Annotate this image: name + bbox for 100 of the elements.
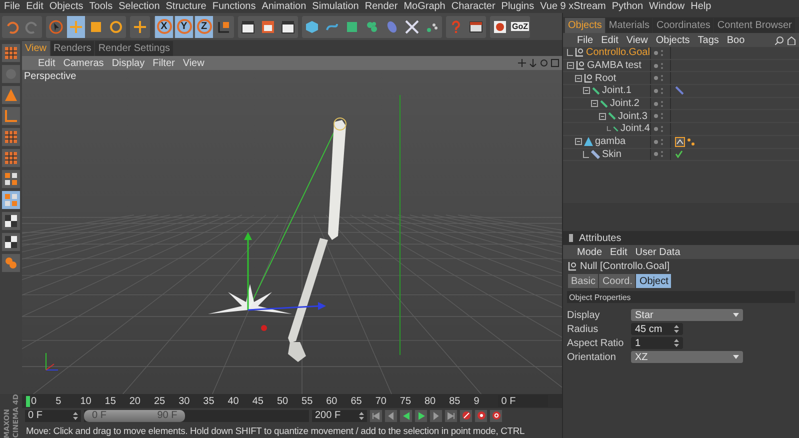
menu-item[interactable]: Character	[448, 0, 498, 13]
menu-item[interactable]: Selection	[116, 0, 163, 13]
frame-tick: 70	[375, 396, 388, 406]
attribute-tab[interactable]: Basic	[568, 274, 598, 288]
dropdown[interactable]: XZ	[631, 351, 743, 363]
menu-item[interactable]: Edit	[23, 0, 46, 13]
menu-item[interactable]: Animation	[258, 0, 310, 13]
object-name[interactable]: Root	[595, 72, 616, 84]
menu-item[interactable]: View	[178, 58, 208, 68]
end-frame-field[interactable]: 200 F	[312, 410, 367, 422]
menu-item[interactable]: Edit	[597, 34, 622, 46]
playback-button[interactable]	[385, 410, 397, 422]
menu-item[interactable]: Display	[108, 58, 149, 68]
visibility-dots-icon	[654, 124, 664, 133]
frame-tick: 25	[154, 396, 166, 406]
menu-item[interactable]: Objects	[652, 34, 694, 46]
object-name[interactable]: gamba	[595, 136, 626, 148]
record-button[interactable]	[460, 410, 472, 422]
number-field[interactable]: 45 cm	[631, 323, 683, 335]
object-name[interactable]: Joint.3	[618, 110, 648, 122]
frame-tick: 35	[203, 396, 216, 406]
menu-item[interactable]: Tools	[86, 0, 116, 13]
object-name[interactable]: Joint.1	[602, 85, 632, 96]
record-button[interactable]	[490, 410, 502, 422]
visibility-dots-icon	[654, 138, 664, 146]
playhead[interactable]	[26, 396, 30, 406]
null-object-icon	[576, 61, 585, 70]
manager-tab[interactable]: Coordinates	[653, 18, 714, 33]
menu-item[interactable]: Plugins	[498, 0, 538, 13]
menu-item[interactable]: Functions	[209, 0, 259, 13]
redo-icon	[25, 20, 39, 34]
first-frame-icon	[372, 412, 380, 420]
attribute-tab[interactable]: Object	[636, 274, 672, 288]
tool-button[interactable]	[2, 233, 20, 251]
menu-item[interactable]: Render	[362, 0, 401, 13]
toolbar-button[interactable]: Y	[175, 16, 193, 38]
object-name[interactable]: Controllo.Goal	[586, 47, 650, 58]
tool-button[interactable]	[2, 170, 20, 188]
object-name[interactable]: Joint.4	[620, 123, 650, 134]
view-tab[interactable]: Renders	[50, 41, 94, 56]
menu-item[interactable]: Vue 9 xStream	[537, 0, 609, 13]
zoom-view-icon	[529, 59, 537, 67]
menu-item[interactable]: View	[622, 34, 652, 46]
record-button[interactable]	[475, 410, 487, 422]
checker-icon	[5, 215, 17, 227]
manager-tab[interactable]: Content Browser	[714, 18, 795, 33]
menu-item[interactable]: File	[1, 0, 24, 13]
object-name[interactable]: Joint.2	[610, 98, 640, 110]
object-name[interactable]: Skin	[602, 148, 622, 160]
frame-tick: 85	[449, 396, 462, 406]
toolbar-button[interactable]: X	[155, 16, 173, 38]
manager-tab[interactable]: Objects	[565, 18, 605, 33]
section-title: Object Properties	[569, 292, 631, 302]
null-object-icon	[575, 48, 584, 58]
menu-item[interactable]: Structure	[162, 0, 210, 13]
tree-branch-icon	[607, 125, 612, 132]
spinner-arrows-icon	[674, 339, 679, 347]
cloner-icon	[365, 20, 379, 34]
visibility-dots-icon	[654, 62, 664, 70]
menu-item[interactable]: Window	[646, 0, 688, 13]
dropdown[interactable]: Star	[631, 309, 743, 321]
null-object-icon	[584, 74, 593, 83]
weight-tag-icon	[675, 136, 685, 147]
object-name[interactable]: GAMBA test	[587, 60, 642, 72]
playback-button[interactable]	[430, 410, 442, 422]
menu-item[interactable]: Edit	[606, 246, 632, 258]
clapper-icon	[281, 20, 295, 34]
playback-button[interactable]	[445, 410, 457, 422]
frame-tick: 0	[31, 396, 38, 406]
frame-tick: 80	[424, 396, 437, 406]
menu-item[interactable]: Mode	[573, 246, 606, 258]
tree-branch-icon	[567, 49, 573, 56]
view-tab[interactable]: View	[22, 41, 50, 56]
toolbar-button[interactable]: Z	[195, 16, 213, 38]
tool-button[interactable]	[2, 212, 20, 230]
menu-item[interactable]: Python	[608, 0, 646, 13]
view-tab[interactable]: Render Settings	[95, 41, 174, 56]
menu-item[interactable]: Objects	[46, 0, 86, 13]
auto-key-icon	[476, 411, 486, 420]
axis-icon	[217, 20, 231, 34]
playback-button[interactable]	[415, 410, 427, 422]
menu-item[interactable]: User Data	[631, 246, 684, 258]
manager-tab[interactable]: Materials	[606, 18, 652, 33]
play-icon	[417, 412, 425, 420]
playback-button[interactable]	[400, 410, 412, 422]
start-frame-field[interactable]: 0 F	[25, 410, 81, 422]
triangle-icon	[584, 137, 593, 146]
number-field[interactable]: 1	[631, 337, 683, 349]
menu-item[interactable]: Boo	[722, 34, 749, 46]
menu-item[interactable]: Edit	[34, 58, 60, 68]
calendar-icon	[469, 20, 483, 34]
menu-item[interactable]: Simulation	[309, 0, 362, 13]
menu-item[interactable]: Filter	[148, 58, 179, 68]
playback-button[interactable]	[370, 410, 382, 422]
menu-item[interactable]: Tags	[694, 34, 723, 46]
menu-item[interactable]: MoGraph	[400, 0, 448, 13]
menu-item[interactable]: Help	[688, 0, 714, 13]
menu-item[interactable]: File	[573, 34, 598, 46]
attribute-tab[interactable]: Coord.	[599, 274, 636, 288]
menu-item[interactable]: Cameras	[59, 58, 108, 68]
